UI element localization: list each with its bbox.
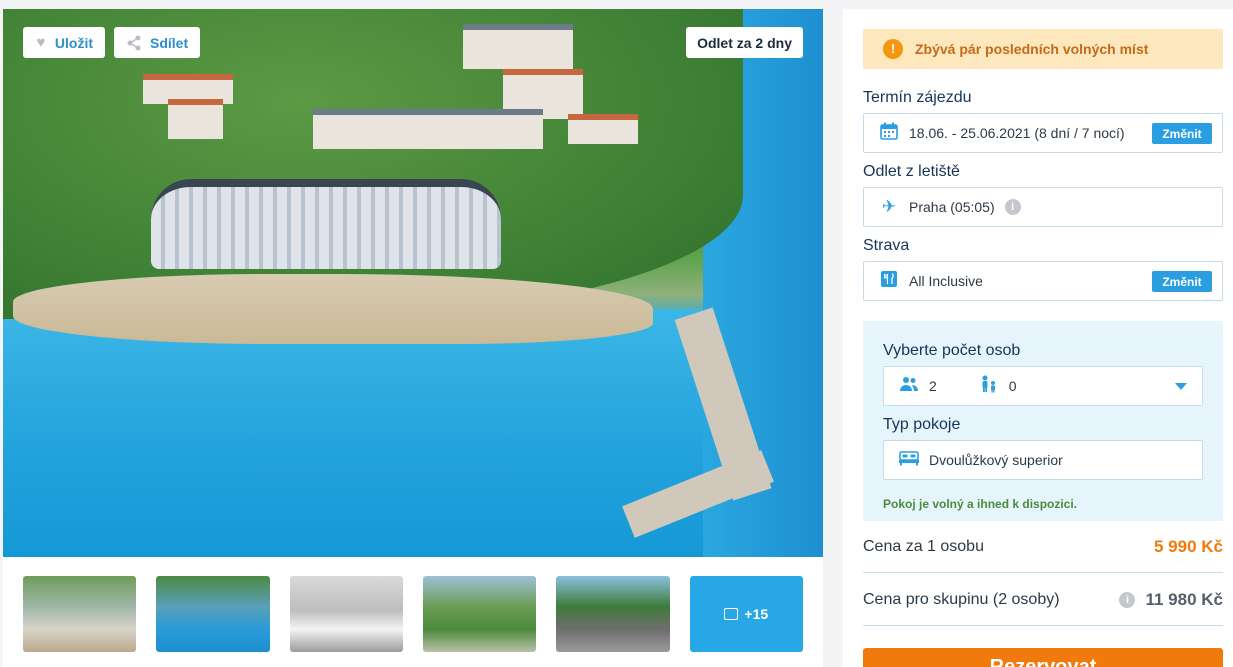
price-group-value: 11 980 Kč <box>1145 589 1223 609</box>
adults-count: 2 <box>899 376 937 397</box>
children-count: 0 <box>979 375 1017 398</box>
price-group-label: Cena pro skupinu (2 osoby) <box>863 590 1060 608</box>
plane-icon: ✈ <box>881 197 897 216</box>
save-button[interactable]: ♥ Uložit <box>23 27 105 58</box>
save-label: Uložit <box>54 34 93 51</box>
thumbnail-strip: +15 <box>23 576 803 652</box>
persons-label: Vyberte počet osob <box>883 342 1021 359</box>
room-label: Typ pokoje <box>883 416 961 433</box>
price-group-value-wrap: i 11 980 Kč <box>1119 590 1223 610</box>
photo-gallery: ♥ Uložit Sdílet Odlet za 2 dny +15 <box>3 9 823 667</box>
thumbnail[interactable] <box>156 576 270 652</box>
chevron-down-icon[interactable] <box>1175 383 1187 390</box>
alert-text: Zbývá pár posledních volných míst <box>915 41 1149 57</box>
calendar-icon <box>879 122 899 145</box>
info-icon[interactable]: i <box>1119 591 1136 608</box>
change-board-button[interactable]: Změnit <box>1152 271 1212 292</box>
change-term-button[interactable]: Změnit <box>1152 123 1212 144</box>
thumbnail[interactable] <box>23 576 137 652</box>
thumbnail[interactable] <box>289 576 403 652</box>
more-photos-button[interactable]: +15 <box>689 576 803 652</box>
room-availability: Pokoj je volný a ihned k dispozici. <box>883 497 1078 511</box>
price-group-row: Cena pro skupinu (2 osoby) i 11 980 Kč <box>863 574 1223 626</box>
departure-badge: Odlet za 2 dny <box>686 27 803 58</box>
availability-alert: ! Zbývá pár posledních volných míst <box>863 29 1223 69</box>
board-value: All Inclusive <box>909 273 983 289</box>
departure-field[interactable]: ✈ Praha (05:05) i <box>863 187 1223 227</box>
page: ♥ Uložit Sdílet Odlet za 2 dny +15 ! Zbý… <box>0 0 1233 667</box>
info-icon[interactable]: i <box>1004 199 1021 215</box>
main-photo[interactable]: ♥ Uložit Sdílet Odlet za 2 dny <box>3 9 823 557</box>
persons-select[interactable]: 2 0 <box>883 366 1203 406</box>
booking-panel: ! Zbývá pár posledních volných míst Term… <box>843 9 1233 667</box>
image-icon <box>724 608 739 620</box>
thumbnail[interactable] <box>556 576 670 652</box>
room-select[interactable]: Dvoulůžkový superior <box>883 440 1203 480</box>
persons-section: Vyberte počet osob 2 0 Typ pokoje Dvoulů… <box>863 321 1223 521</box>
book-label: Rezervovat <box>989 656 1097 667</box>
term-field[interactable]: 18.06. - 25.06.2021 (8 dní / 7 nocí) Změ… <box>863 113 1223 153</box>
more-photos-count: +15 <box>744 606 769 622</box>
board-field[interactable]: All Inclusive Změnit <box>863 261 1223 301</box>
meal-icon <box>879 270 899 293</box>
bed-icon <box>899 450 919 471</box>
share-button[interactable]: Sdílet <box>114 27 200 58</box>
thumbnail[interactable] <box>422 576 537 652</box>
price-per-person-value: 5 990 Kč <box>1154 536 1223 556</box>
book-button[interactable]: Rezervovat <box>863 648 1223 667</box>
room-value: Dvoulůžkový superior <box>929 452 1063 468</box>
term-label: Termín zájezdu <box>863 89 972 106</box>
share-icon <box>126 35 142 51</box>
warning-icon: ! <box>883 39 903 59</box>
adults-icon <box>899 376 919 397</box>
family-icon <box>979 375 999 398</box>
term-value: 18.06. - 25.06.2021 (8 dní / 7 nocí) <box>909 125 1125 141</box>
price-per-person-label: Cena za 1 osobu <box>863 537 984 555</box>
heart-icon: ♥ <box>36 33 46 51</box>
departure-label: Odlet z letiště <box>863 163 960 180</box>
departure-value: Praha (05:05) <box>909 199 995 215</box>
share-label: Sdílet <box>150 34 189 51</box>
price-per-person-row: Cena za 1 osobu 5 990 Kč <box>863 521 1223 573</box>
board-label: Strava <box>863 237 910 254</box>
